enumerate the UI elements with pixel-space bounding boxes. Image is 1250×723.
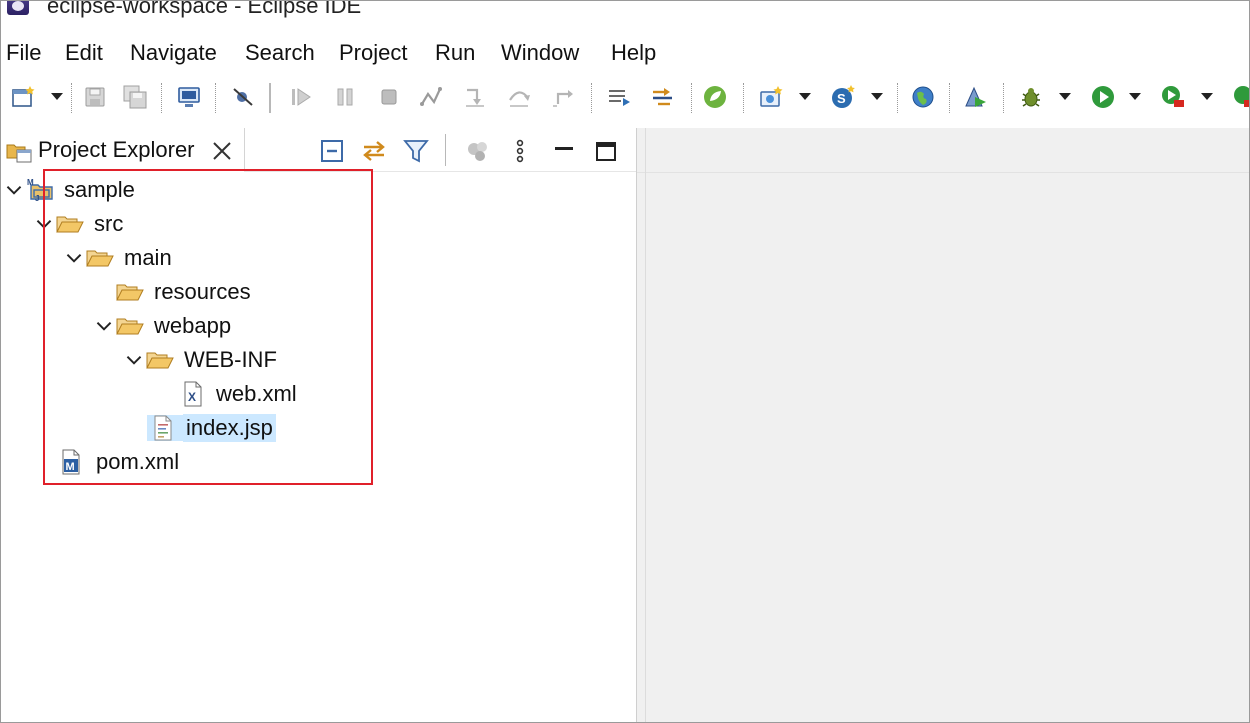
tree-node-sample[interactable]: MJ sample [3, 175, 138, 205]
menu-bar: File Edit Navigate Search Project Run Wi… [1, 36, 1249, 70]
tree-label: src [94, 211, 124, 236]
drop-to-frame-icon[interactable] [649, 83, 677, 111]
tree-label: web.xml [216, 381, 297, 406]
run-icon[interactable] [1089, 83, 1117, 111]
new-spring-dropdown-icon[interactable] [871, 93, 883, 100]
window-title: eclipse-workspace - Eclipse IDE [47, 0, 362, 18]
spring-icon[interactable] [701, 83, 729, 111]
eclipse-app-icon [7, 1, 29, 15]
globe-icon[interactable] [909, 83, 937, 111]
chevron-down-icon[interactable] [63, 247, 85, 269]
main-toolbar: S [1, 79, 1249, 119]
tree-label: index.jsp [183, 414, 276, 442]
save-icon[interactable] [81, 83, 109, 111]
folder-open-icon [115, 313, 145, 339]
tree-label: webapp [154, 313, 232, 338]
tree-label: main [124, 245, 172, 270]
tab-project-explorer[interactable]: Project Explorer [1, 128, 245, 172]
project-explorer-title: Project Explorer [38, 137, 195, 162]
run-dropdown-icon[interactable] [1129, 93, 1141, 100]
suspend-icon[interactable] [331, 83, 359, 111]
menu-project[interactable]: Project [339, 39, 407, 67]
step-over-icon[interactable] [505, 83, 533, 111]
minimize-icon[interactable] [549, 136, 579, 166]
tree-node-index-jsp[interactable]: index.jsp [147, 413, 276, 443]
use-step-filters-icon[interactable] [605, 83, 633, 111]
coverage-dropdown-icon[interactable] [1201, 93, 1213, 100]
svg-text:S: S [837, 91, 846, 106]
resume-icon[interactable] [287, 83, 315, 111]
chevron-down-icon[interactable] [3, 179, 25, 201]
jsp-file-icon [147, 415, 183, 441]
chevron-down-icon[interactable] [93, 315, 115, 337]
new-wizard-icon[interactable] [9, 83, 37, 111]
step-return-icon[interactable] [549, 83, 577, 111]
coverage-icon[interactable] [1159, 83, 1187, 111]
view-menu-icon[interactable] [505, 136, 535, 166]
debug-dropdown-icon[interactable] [1059, 93, 1071, 100]
new-dropdown-icon[interactable] [51, 93, 63, 100]
chevron-down-icon[interactable] [123, 349, 145, 371]
svg-text:X: X [188, 390, 196, 404]
focus-on-active-task-icon[interactable] [463, 136, 493, 166]
project-explorer-view: Project Explorer M J sample src main res… [1, 128, 637, 722]
link-with-editor-icon[interactable] [359, 136, 389, 166]
filter-icon[interactable] [401, 136, 431, 166]
eclipse-window: eclipse-workspace - Eclipse IDE File Edi… [0, 0, 1250, 723]
launch-icon[interactable] [961, 83, 989, 111]
menu-window[interactable]: Window [501, 39, 579, 67]
svg-text:J: J [35, 194, 39, 203]
tree-label: resources [154, 279, 251, 304]
maven-project-icon: MJ [25, 177, 55, 203]
menu-run[interactable]: Run [435, 39, 475, 67]
maximize-icon[interactable] [591, 136, 621, 166]
svg-text:M: M [66, 461, 75, 473]
folder-open-icon [55, 211, 85, 237]
maven-pom-icon: M [57, 449, 87, 475]
save-all-icon[interactable] [121, 83, 149, 111]
skip-breakpoints-icon[interactable] [229, 83, 257, 111]
close-icon[interactable] [211, 140, 233, 162]
folder-open-icon [145, 347, 175, 373]
tree-node-resources[interactable]: resources [115, 277, 254, 307]
menu-edit[interactable]: Edit [65, 39, 103, 67]
xml-file-icon: X [177, 381, 207, 407]
tree-label: pom.xml [96, 449, 180, 474]
tree-node-main[interactable]: main [63, 243, 175, 273]
new-server-dropdown-icon[interactable] [799, 93, 811, 100]
menu-file[interactable]: File [6, 39, 41, 67]
tree-label: WEB-INF [184, 347, 277, 372]
step-into-icon[interactable] [461, 83, 489, 111]
menu-help[interactable]: Help [611, 39, 656, 67]
editor-tab-strip [637, 128, 1249, 173]
disconnect-icon[interactable] [417, 83, 445, 111]
new-spring-starter-icon[interactable]: S [829, 83, 857, 111]
editor-area [637, 128, 1249, 722]
tree-node-pom-xml[interactable]: M pom.xml [57, 447, 182, 477]
title-bar: eclipse-workspace - Eclipse IDE [1, 0, 1249, 21]
tree-label: sample [64, 177, 135, 202]
svg-text:M: M [27, 178, 34, 187]
chevron-down-icon[interactable] [33, 213, 55, 235]
folder-open-icon [85, 245, 115, 271]
new-server-icon[interactable] [757, 83, 785, 111]
external-tools-icon[interactable] [1229, 83, 1249, 111]
project-tree: MJ sample src main resources webapp WEB-… [1, 172, 636, 722]
tree-node-src[interactable]: src [33, 209, 126, 239]
tree-node-web-xml[interactable]: X web.xml [177, 379, 300, 409]
menu-search[interactable]: Search [245, 39, 315, 67]
menu-navigate[interactable]: Navigate [130, 39, 217, 67]
folder-open-icon [115, 279, 145, 305]
tree-node-webapp[interactable]: webapp [93, 311, 234, 341]
collapse-all-icon[interactable] [317, 136, 347, 166]
debug-icon[interactable] [1017, 83, 1045, 111]
terminate-icon[interactable] [375, 83, 403, 111]
tree-node-web-inf[interactable]: WEB-INF [123, 345, 280, 375]
project-explorer-icon [5, 138, 33, 164]
terminal-icon[interactable] [175, 83, 203, 111]
